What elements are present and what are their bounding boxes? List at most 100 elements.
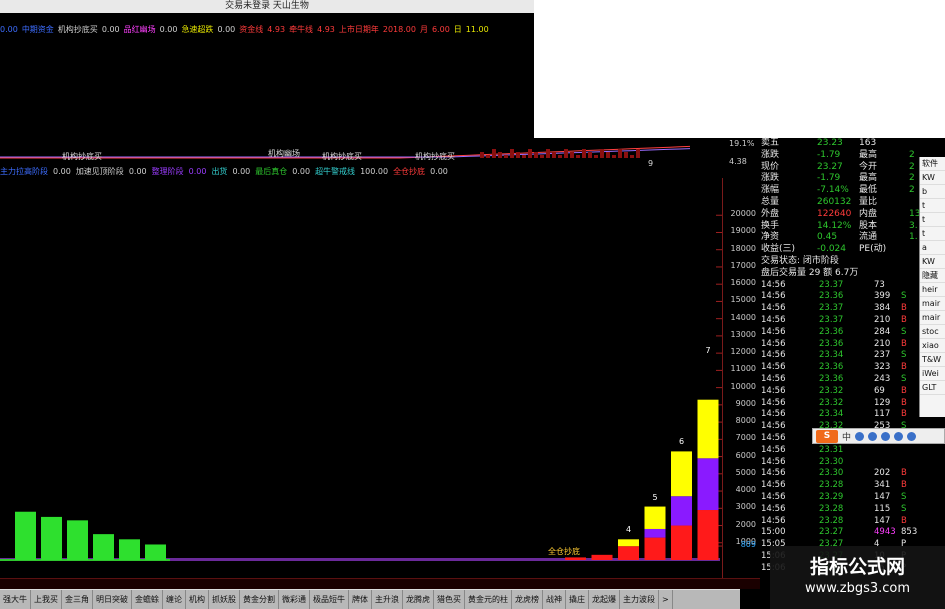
tick-row[interactable]: 14:56 23.37 73	[759, 280, 919, 292]
stack-bar-purple[interactable]	[644, 528, 666, 538]
tab-item[interactable]: >	[659, 590, 673, 609]
side-window-item[interactable]: t	[920, 199, 945, 213]
tab-item[interactable]: 龙起爆	[589, 590, 620, 609]
stack-bar-red[interactable]	[644, 537, 666, 560]
side-window-item[interactable]: T&W	[920, 353, 945, 367]
tick-row[interactable]: 14:56 23.31	[759, 445, 919, 457]
side-window-item[interactable]: t	[920, 213, 945, 227]
green-bar[interactable]	[41, 516, 62, 560]
tick-row[interactable]: 14:56 23.30 202 B	[759, 468, 919, 480]
tab-item[interactable]: 牌体	[349, 590, 372, 609]
tick-row[interactable]: 14:56 23.37 384 B	[759, 303, 919, 315]
mini-bar	[594, 155, 598, 158]
tick-row[interactable]: 15:00 23.27 4943 853	[759, 527, 919, 539]
tab-item[interactable]: 金蟾蜍	[132, 590, 163, 609]
ime-toolbar[interactable]: S 中	[812, 428, 945, 444]
green-bar[interactable]	[119, 539, 140, 560]
tab-item[interactable]: 龙腾虎	[403, 590, 434, 609]
green-bar[interactable]	[67, 520, 88, 560]
tick-row[interactable]: 14:56 23.32 69 B	[759, 386, 919, 398]
tab-item[interactable]: 猎色买	[434, 590, 465, 609]
stack-bar-red[interactable]	[565, 557, 586, 560]
tab-item[interactable]: 机构	[186, 590, 209, 609]
tick-row[interactable]: 14:56 23.37 210 B	[759, 315, 919, 327]
settings-icon[interactable]	[907, 431, 917, 441]
side-window-item[interactable]: xiao	[920, 339, 945, 353]
tick-row[interactable]: 14:56 23.36 399 S	[759, 291, 919, 303]
tab-item[interactable]: 龙虎榜	[512, 590, 543, 609]
side-window-item[interactable]: t	[920, 227, 945, 241]
side-window-item[interactable]: KW	[920, 255, 945, 269]
quote-cell: 卖五	[761, 138, 780, 148]
punctuation-icon[interactable]	[868, 431, 878, 441]
tab-item[interactable]: 微彩通	[279, 590, 310, 609]
moon-icon[interactable]	[855, 431, 865, 441]
volume-chart[interactable]: 全仓抄底	[0, 178, 722, 578]
mini-bar	[522, 155, 526, 158]
tab-item[interactable]: 主升浪	[372, 590, 403, 609]
tab-item[interactable]: 主力波段	[620, 590, 659, 609]
indicator-tab-bar[interactable]: 强大牛 上我买 金三角 明日突破 金蟾蜍 缠论 机构 抓妖股 黄金分割 微彩通 极品短牛 牌体 主升浪龙…	[0, 589, 740, 609]
tab-item[interactable]: 上我买	[31, 590, 62, 609]
tab-item[interactable]: 抓妖股	[209, 590, 240, 609]
quote-cell: 2	[909, 173, 915, 184]
tab-item[interactable]: 黄金分割	[240, 590, 279, 609]
tab-item[interactable]: 强大牛	[0, 590, 31, 609]
stack-bar-red[interactable]	[697, 510, 719, 560]
tick-cell: 14:56	[761, 515, 786, 526]
side-window-item[interactable]: iWei	[920, 367, 945, 381]
side-window-item[interactable]: GLT	[920, 381, 945, 395]
side-window-item[interactable]: a	[920, 241, 945, 255]
sogou-logo-icon[interactable]: S	[816, 429, 838, 443]
tick-row[interactable]: 14:56 23.32 129 B	[759, 398, 919, 410]
tick-row[interactable]: 14:56 23.29 147 S	[759, 492, 919, 504]
keyboard-icon[interactable]	[881, 431, 891, 441]
skin-icon[interactable]	[894, 431, 904, 441]
stack-bar-purple[interactable]	[671, 496, 692, 526]
side-window[interactable]: 软件 KW b t t t a KW 隐藏 heir mair mair stoc xiao T&W iWei…	[919, 157, 945, 417]
side-window-item[interactable]: b	[920, 185, 945, 199]
stack-bar-purple[interactable]	[697, 458, 719, 511]
tick-cell: 14:56	[761, 314, 786, 325]
tick-row[interactable]: 14:56 23.36 323 B	[759, 362, 919, 374]
tab-item[interactable]: 缠论	[163, 590, 186, 609]
indicator-top-16: 日	[453, 25, 462, 34]
stack-bar-red[interactable]	[671, 525, 692, 560]
tick-row[interactable]: 14:56 23.28 115 S	[759, 504, 919, 516]
tick-row[interactable]: 14:56 23.36 210 B	[759, 339, 919, 351]
side-window-item[interactable]: mair	[920, 297, 945, 311]
side-window-item[interactable]: KW	[920, 171, 945, 185]
stack-bar-yellow[interactable]	[697, 399, 719, 459]
tick-cell: 23.30	[819, 456, 844, 467]
tick-row[interactable]: 14:56 23.34 117 B	[759, 409, 919, 421]
green-bar[interactable]	[93, 534, 114, 560]
tab-item[interactable]: 极品短牛	[310, 590, 349, 609]
stack-bar-red[interactable]	[618, 546, 639, 560]
side-window-item[interactable]: heir	[920, 283, 945, 297]
stack-bar-red[interactable]	[591, 554, 613, 560]
tick-row[interactable]: 14:56 23.28 341 B	[759, 480, 919, 492]
tab-item[interactable]: 战神	[543, 590, 566, 609]
tick-cell: 210	[874, 314, 891, 325]
quote-cell: 今开	[859, 161, 878, 172]
tab-item[interactable]: 金三角	[62, 590, 93, 609]
tick-row[interactable]: 14:56 23.28 147 B	[759, 516, 919, 528]
tab-item[interactable]: 明日突破	[93, 590, 132, 609]
tick-row[interactable]: 14:56 23.34 237 S	[759, 350, 919, 362]
stack-bar-yellow[interactable]	[644, 506, 666, 529]
tick-row[interactable]: 14:56 23.36 243 S	[759, 374, 919, 386]
tick-row[interactable]: 14:56 23.36 284 S	[759, 327, 919, 339]
side-window-item[interactable]: stoc	[920, 325, 945, 339]
side-window-item[interactable]: mair	[920, 311, 945, 325]
stack-bar-yellow[interactable]	[618, 539, 639, 547]
tab-item[interactable]: 黄金元的柱	[465, 590, 512, 609]
tick-row[interactable]: 14:56 23.30	[759, 457, 919, 469]
side-window-item[interactable]: 隐藏	[920, 269, 945, 283]
green-bar[interactable]	[15, 511, 36, 560]
green-bar[interactable]	[145, 544, 166, 560]
ime-mode-label[interactable]: 中	[842, 430, 851, 443]
stack-bar-yellow[interactable]	[671, 451, 692, 497]
quote-cell: -1.79	[817, 149, 841, 160]
tab-item[interactable]: 撬庄	[566, 590, 589, 609]
side-window-item[interactable]: 软件	[920, 157, 945, 171]
